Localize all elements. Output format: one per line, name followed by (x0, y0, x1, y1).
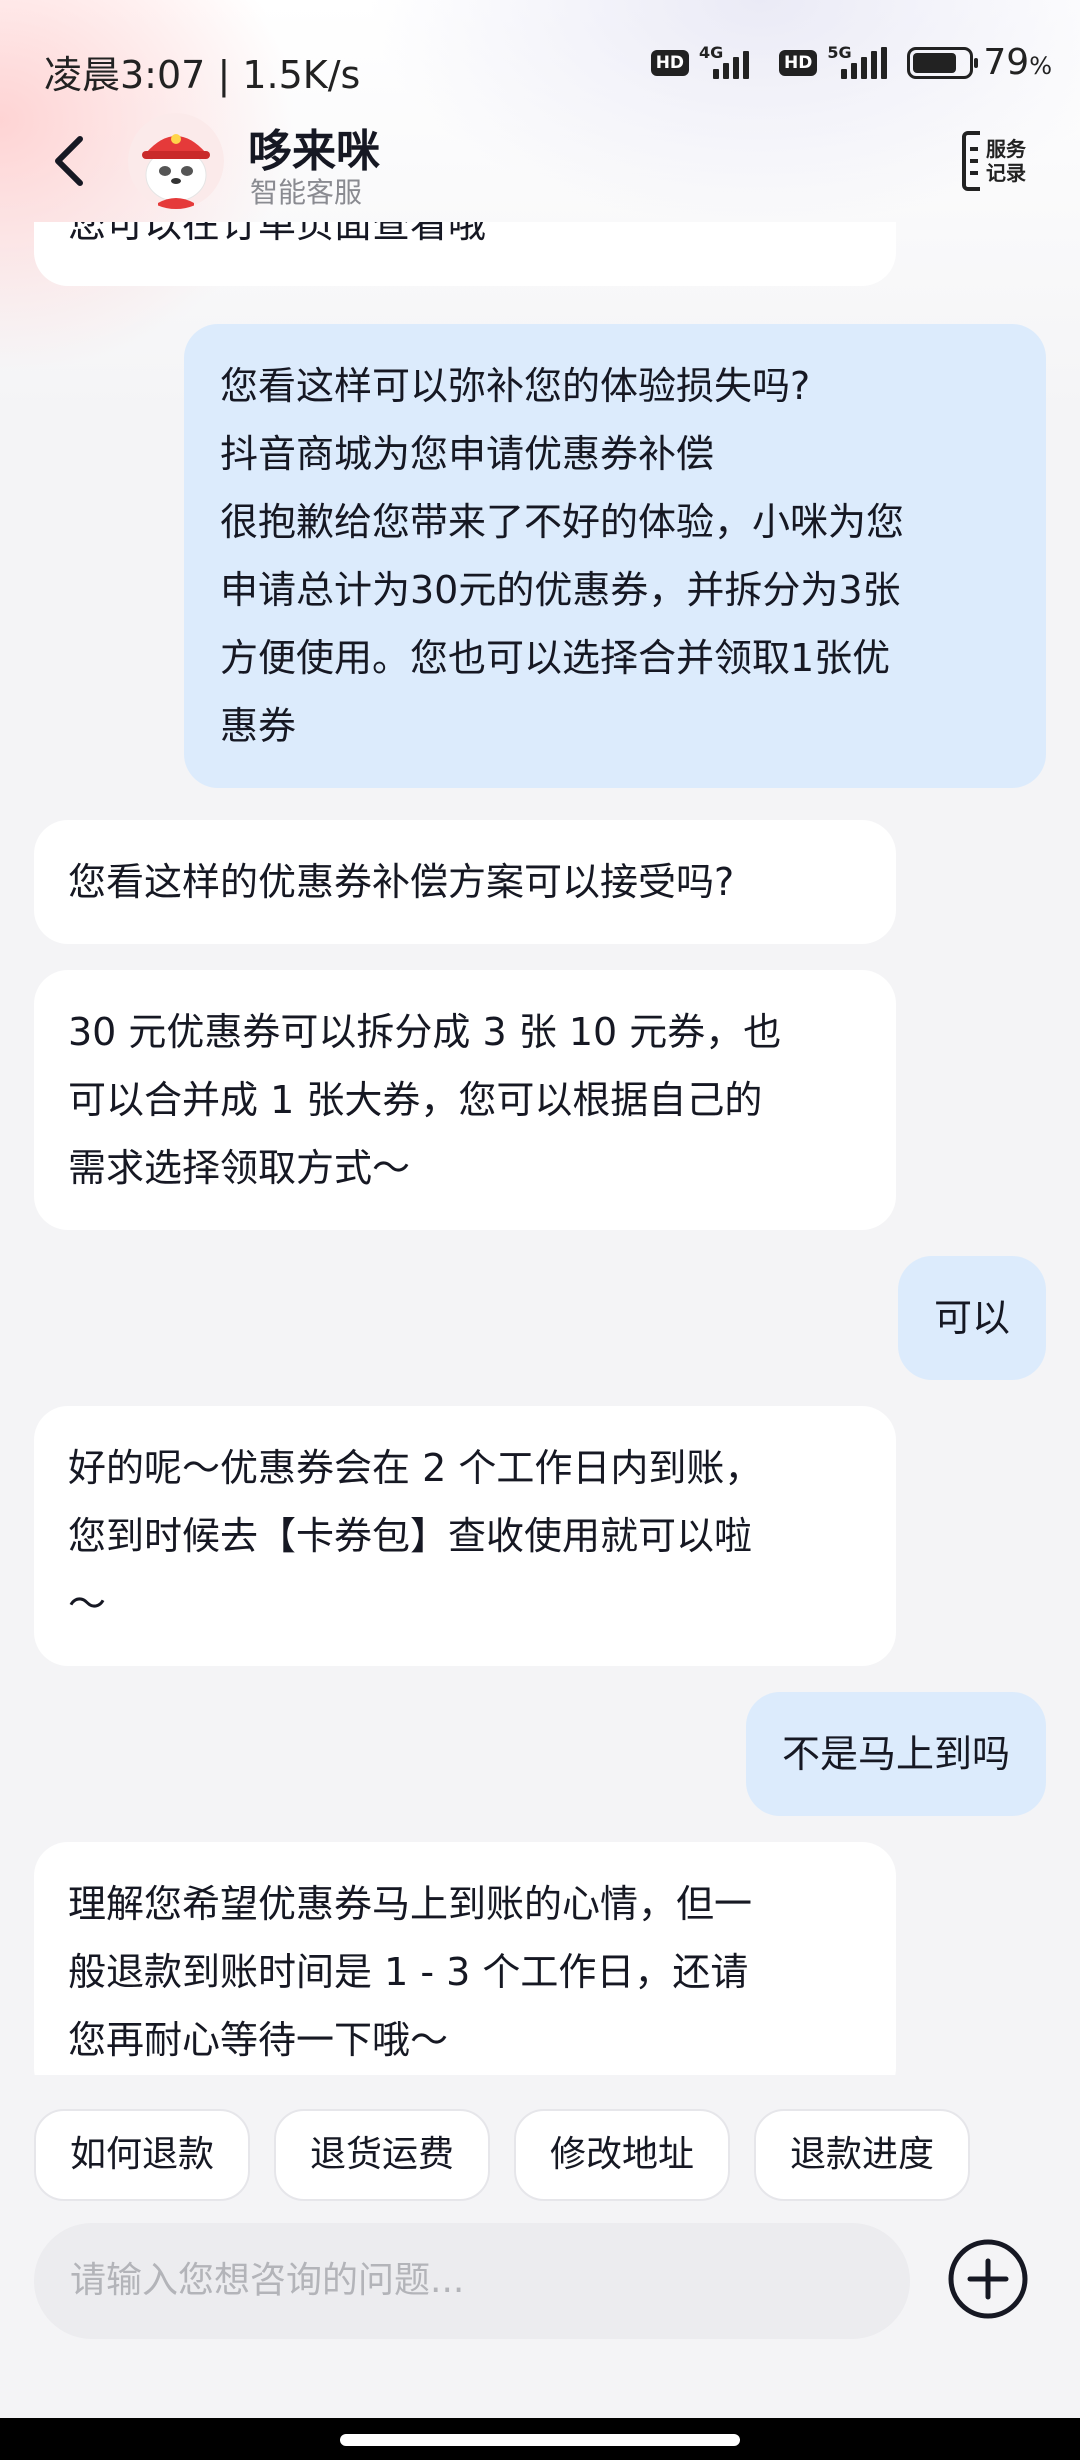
bot-message-bubble[interactable]: 好的呢～优惠券会在 2 个工作日内到账， 您到时候去【卡券包】查收使用就可以啦 ～ (34, 1406, 896, 1666)
network-speed-text: 1.5K/s (242, 53, 361, 97)
quick-reply-chip[interactable]: 如何退款 (34, 2109, 251, 2201)
message-text-line: 理解您希望优惠券马上到账的心情，但一 (68, 1882, 753, 1926)
quick-reply-chip[interactable]: 修改地址 (514, 2109, 731, 2201)
user-message-bubble[interactable]: 可以 (897, 1256, 1046, 1380)
message-text-line: 您看这样的优惠券补偿方案可以接受吗? (68, 860, 735, 904)
user-message-bubble[interactable]: 不是马上到吗 (745, 1692, 1046, 1816)
hd-icon: HD (650, 49, 690, 76)
message-text-line: 可以 (933, 1296, 1010, 1340)
chat-header: 哆来咪 智能客服 服务 记录 (0, 105, 1080, 220)
message-text-line: 申请总计为30元的优惠券，并拆分为3张 (220, 568, 901, 612)
message-text-line: 抖音商城为您申请优惠券补偿 (220, 432, 715, 476)
hd-icon-2: HD (779, 49, 818, 76)
avatar[interactable] (128, 113, 224, 209)
user-message-bubble[interactable]: 您看这样可以弥补您的体验损失吗? 抖音商城为您申请优惠券补偿很抱歉给您带来了不好的… (184, 324, 1046, 788)
status-separator: | (217, 53, 231, 97)
message-text-line: 惠券 (220, 704, 297, 748)
message-text-line: 您到时候去【卡券包】查收使用就可以啦 (68, 1514, 753, 1558)
bot-subtitle: 智能客服 (250, 176, 363, 209)
battery-fill (913, 52, 957, 73)
signal-4g-icon: 4G (699, 43, 769, 83)
gesture-bar (0, 2418, 1080, 2460)
bot-message-bubble[interactable]: 30 元优惠券可以拆分成 3 张 10 元券，也 可以合并成 1 张大券，您可以根… (34, 970, 896, 1230)
plus-circle-icon (948, 2239, 1028, 2319)
message-text-line: 很抱歉给您带来了不好的体验，小咪为您 (220, 500, 905, 544)
message-text-line: 可以合并成 1 张大券，您可以根据自己的 (68, 1078, 763, 1122)
chevron-left-icon (55, 136, 83, 186)
bot-message-bubble[interactable]: 理解您希望优惠券马上到账的心情，但一 般退款到账时间是 1 - 3 个工作日，还请… (34, 1842, 896, 2075)
battery-icon (907, 46, 979, 79)
message-text-line: 好的呢～优惠券会在 2 个工作日内到账， (68, 1446, 763, 1490)
back-button[interactable] (40, 125, 100, 195)
chat-message-list[interactable]: 您可以在订单页面查看哦您看这样可以弥补您的体验损失吗? 抖音商城为您申请优惠券补偿… (0, 222, 1080, 2075)
home-indicator[interactable] (340, 2434, 740, 2446)
message-text-line: 需求选择领取方式～ (68, 1146, 411, 1190)
bot-avatar-image (128, 113, 224, 209)
message-text-line: 方便使用。您也可以选择合并领取1张优 (220, 636, 891, 680)
service-record-label: 服务 记录 (986, 137, 1026, 185)
message-text-line: 您看这样可以弥补您的体验损失吗? (220, 364, 811, 408)
message-text-line: 30 元优惠券可以拆分成 3 张 10 元券，也 (68, 1010, 782, 1054)
clock-text: 凌晨3:07 (44, 53, 206, 97)
signal-5g-icon: 5G (827, 43, 897, 83)
quick-reply-list: 如何退款 退货运费 修改地址 退款进度 (34, 2109, 971, 2201)
bot-name: 哆来咪 (248, 126, 380, 177)
message-text-line: 不是马上到吗 (781, 1732, 1010, 1776)
bot-message-bubble[interactable]: 您看这样的优惠券补偿方案可以接受吗? (34, 820, 896, 944)
service-record-button[interactable]: 服务 记录 (960, 129, 1036, 193)
message-text-line: 般退款到账时间是 1 - 3 个工作日，还请 (68, 1950, 749, 1994)
battery-percentage: 79% (983, 42, 1052, 83)
message-text-line: 您可以在订单页面查看哦 (68, 222, 487, 246)
bot-message-bubble[interactable]: 您可以在订单页面查看哦 (34, 222, 896, 286)
add-button[interactable] (946, 2237, 1030, 2321)
message-text-line: ～ (68, 1582, 107, 1626)
status-icons: HD 4G HD 5G 79% (650, 42, 1052, 83)
quick-reply-chip[interactable]: 退款进度 (754, 2109, 971, 2201)
message-input[interactable]: 请输入您想咨询的问题... (34, 2223, 910, 2339)
status-time: 凌晨3:07 | 1.5K/s (44, 44, 360, 99)
quick-reply-chip[interactable]: 退货运费 (274, 2109, 491, 2201)
message-text-line: 您再耐心等待一下哦～ (68, 2018, 449, 2062)
bottom-panel: 如何退款 退货运费 修改地址 退款进度 请输入您想咨询的问题... (0, 2075, 1080, 2460)
